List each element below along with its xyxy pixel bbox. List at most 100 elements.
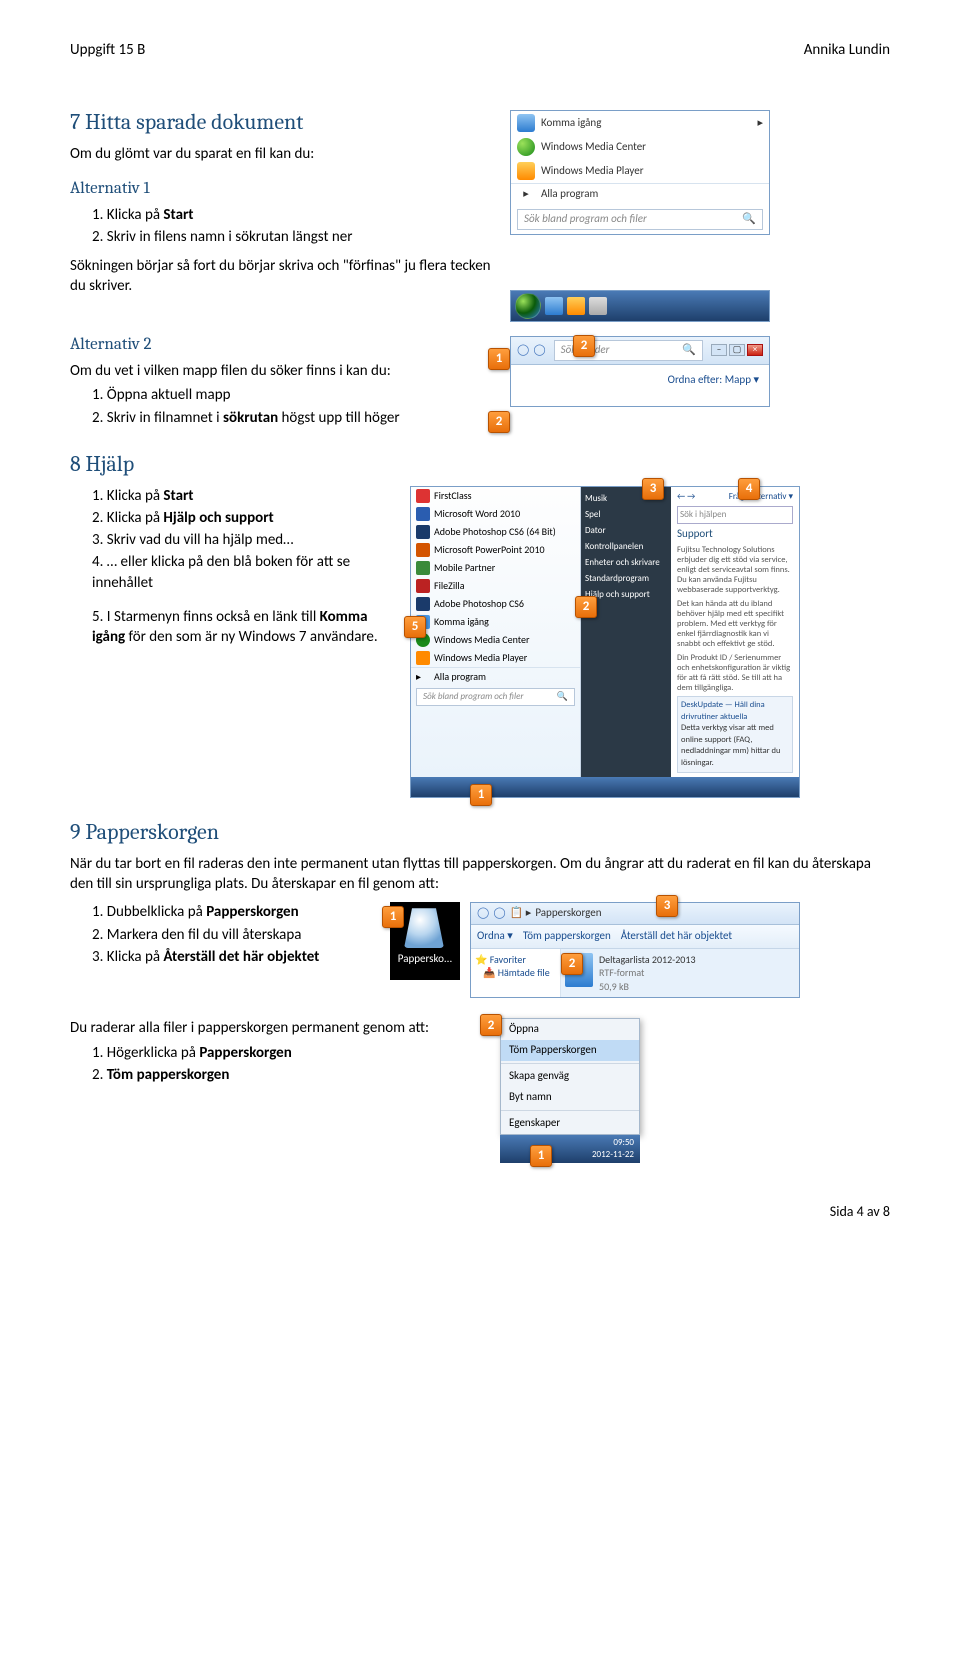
- menu-item[interactable]: Microsoft PowerPoint 2010: [411, 541, 580, 559]
- menu-item[interactable]: Komma igång: [411, 613, 580, 631]
- list-item: 3. Skriv vad du vill ha hjälp med…: [92, 530, 400, 550]
- menu-item[interactable]: Adobe Photoshop CS6: [411, 595, 580, 613]
- menu-item[interactable]: Windows Media Center: [511, 135, 769, 159]
- toolbar-button[interactable]: Ordna ▾: [477, 929, 513, 944]
- menu-label: Alla program: [434, 670, 486, 684]
- nav-favorites[interactable]: ⭐ Favoriter: [475, 953, 556, 967]
- close-icon[interactable]: ×: [747, 344, 763, 356]
- menu-label: Windows Media Player: [434, 651, 527, 665]
- taskbar-icon[interactable]: [567, 297, 585, 315]
- menu-item[interactable]: Adobe Photoshop CS6 (64 Bit): [411, 523, 580, 541]
- menu-item[interactable]: Spel: [585, 507, 667, 523]
- sec7-alt2-list: 1. Öppna aktuell mapp 2. Skriv in filnam…: [70, 385, 500, 428]
- toolbar: Ordna ▾ Töm papperskorgen Återställ det …: [471, 925, 799, 949]
- app-icon: [517, 138, 535, 156]
- sec7-title: 7 Hitta sparade dokument: [70, 108, 500, 138]
- app-icon: [416, 489, 430, 503]
- callout-badge: 2: [480, 1014, 502, 1036]
- toolbar-button[interactable]: Återställ det här objektet: [621, 929, 732, 944]
- help-window: ← → Fråga Alternativ ▾ Sök i hjälpen Sup…: [671, 487, 799, 778]
- list-item: 3. Klicka på Återställ det här objektet: [92, 947, 380, 967]
- app-icon: [416, 579, 430, 593]
- step-num: 2.: [92, 228, 103, 246]
- menu-item[interactable]: Komma igång▸: [511, 111, 769, 135]
- menu-item[interactable]: Mobile Partner: [411, 559, 580, 577]
- menu-item[interactable]: Windows Media Player: [411, 649, 580, 667]
- list-item: 1. Klicka på Start: [92, 205, 500, 225]
- menu-item[interactable]: Standardprogram: [585, 571, 667, 587]
- window-controls[interactable]: –▢×: [711, 344, 763, 356]
- file-item[interactable]: Deltagarlista 2012-2013 RTF-format 50,9 …: [599, 953, 696, 994]
- menu-item-shortcut[interactable]: Skapa genväg: [501, 1066, 639, 1087]
- screenshot-taskbar: [511, 291, 769, 321]
- menu-item-rename[interactable]: Byt namn: [501, 1087, 639, 1108]
- maximize-icon[interactable]: ▢: [729, 344, 745, 356]
- menu-item[interactable]: Windows Media Player: [511, 159, 769, 183]
- list-item: 2. Markera den fil du vill återskapa: [92, 925, 380, 945]
- start-search-input[interactable]: Sök bland program och filer🔍: [416, 688, 575, 706]
- help-search-input[interactable]: Sök i hjälpen: [677, 506, 793, 524]
- window-titlebar[interactable]: ◯◯ 📋 ▸ Papperskorgen: [471, 903, 799, 925]
- step-num: 1.: [92, 386, 103, 404]
- callout-badge: 2: [573, 335, 595, 357]
- minimize-icon[interactable]: –: [711, 344, 727, 356]
- menu-label: Windows Media Player: [541, 164, 644, 179]
- toolbar-button[interactable]: Töm papperskorgen: [523, 929, 611, 944]
- app-icon: [416, 597, 430, 611]
- icon-label: Pappersko...: [398, 952, 452, 965]
- menu-label: Microsoft PowerPoint 2010: [434, 543, 545, 557]
- step-text: Öppna aktuell mapp: [107, 386, 231, 404]
- step-text: Skriv in filnamnet i: [107, 409, 223, 427]
- sec7-intro: Om du glömt var du sparat en fil kan du:: [70, 144, 500, 164]
- start-orb-icon[interactable]: [515, 293, 541, 319]
- menu-item[interactable]: Kontrollpanelen: [585, 539, 667, 555]
- back-button[interactable]: ◯: [477, 906, 489, 921]
- menu-label: Adobe Photoshop CS6: [434, 597, 524, 611]
- forward-button[interactable]: ◯: [533, 343, 545, 358]
- header-left: Uppgift 15 B: [70, 40, 145, 60]
- help-title: Support: [677, 527, 793, 542]
- menu-item[interactable]: Dator: [585, 523, 667, 539]
- callout-badge: 1: [470, 784, 492, 806]
- help-link[interactable]: DeskUpdate — Håll dina drivrutiner aktue…: [681, 700, 789, 723]
- breadcrumb[interactable]: Papperskorgen: [535, 906, 601, 921]
- list-item: 2. Klicka på Hjälp och support: [92, 508, 400, 528]
- screenshot-explorer-search: ◯ ◯ Sök i Bilder 🔍 –▢× Ordna efter: Mapp…: [510, 336, 770, 407]
- taskbar-icon[interactable]: [589, 297, 607, 315]
- step-text: högst upp till höger: [278, 409, 399, 427]
- menu-item-all-programs[interactable]: ▸Alla program: [411, 667, 580, 686]
- menu-item-all-programs[interactable]: ▸Alla program: [511, 183, 769, 205]
- nav-back-forward[interactable]: ← →: [677, 491, 695, 503]
- sort-label: Ordna efter:: [668, 373, 723, 386]
- callout-badge: 3: [642, 478, 664, 500]
- help-text: Din Produkt ID / Serienummer och enhetsk…: [677, 653, 793, 694]
- list-item: 5. I Starmenyn finns också en länk till …: [92, 607, 400, 648]
- start-search-input[interactable]: Sök bland program och filer 🔍: [517, 209, 763, 230]
- sec9-list: 1. Dubbelklicka på Papperskorgen 2. Mark…: [70, 902, 380, 967]
- menu-label: Komma igång: [434, 615, 489, 629]
- sec8-list: 1. Klicka på Start 2. Klicka på Hjälp oc…: [70, 486, 400, 593]
- menu-item[interactable]: Hjälp och support: [585, 587, 667, 603]
- file-name: Deltagarlista 2012-2013: [599, 953, 696, 967]
- menu-item[interactable]: Microsoft Word 2010: [411, 505, 580, 523]
- menu-item-properties[interactable]: Egenskaper: [501, 1113, 639, 1134]
- callout-badge: 2: [488, 411, 510, 433]
- back-button[interactable]: ◯: [517, 343, 529, 358]
- sort-dropdown[interactable]: Mapp ▾: [725, 373, 759, 386]
- menu-item[interactable]: Enheter och skrivare: [585, 555, 667, 571]
- section-7: 7 Hitta sparade dokument Om du glömt var…: [70, 90, 890, 430]
- menu-item-empty[interactable]: Töm Papperskorgen: [501, 1040, 639, 1061]
- menu-item-open[interactable]: Öppna: [501, 1019, 639, 1040]
- menu-item[interactable]: Windows Media Center: [411, 631, 580, 649]
- menu-label: FirstClass: [434, 489, 472, 503]
- file-type: RTF-format: [599, 966, 696, 980]
- page-header: Uppgift 15 B Annika Lundin: [70, 40, 890, 60]
- window-titlebar[interactable]: ◯ ◯ Sök i Bilder 🔍 –▢×: [511, 337, 769, 365]
- menu-label: Adobe Photoshop CS6 (64 Bit): [434, 525, 556, 539]
- nav-item[interactable]: 📥 Hämtade file: [475, 966, 556, 980]
- taskbar-icon[interactable]: [545, 297, 563, 315]
- menu-item[interactable]: FileZilla: [411, 577, 580, 595]
- menu-item[interactable]: FirstClass: [411, 487, 580, 505]
- app-icon: [416, 507, 430, 521]
- forward-button[interactable]: ◯: [493, 906, 505, 921]
